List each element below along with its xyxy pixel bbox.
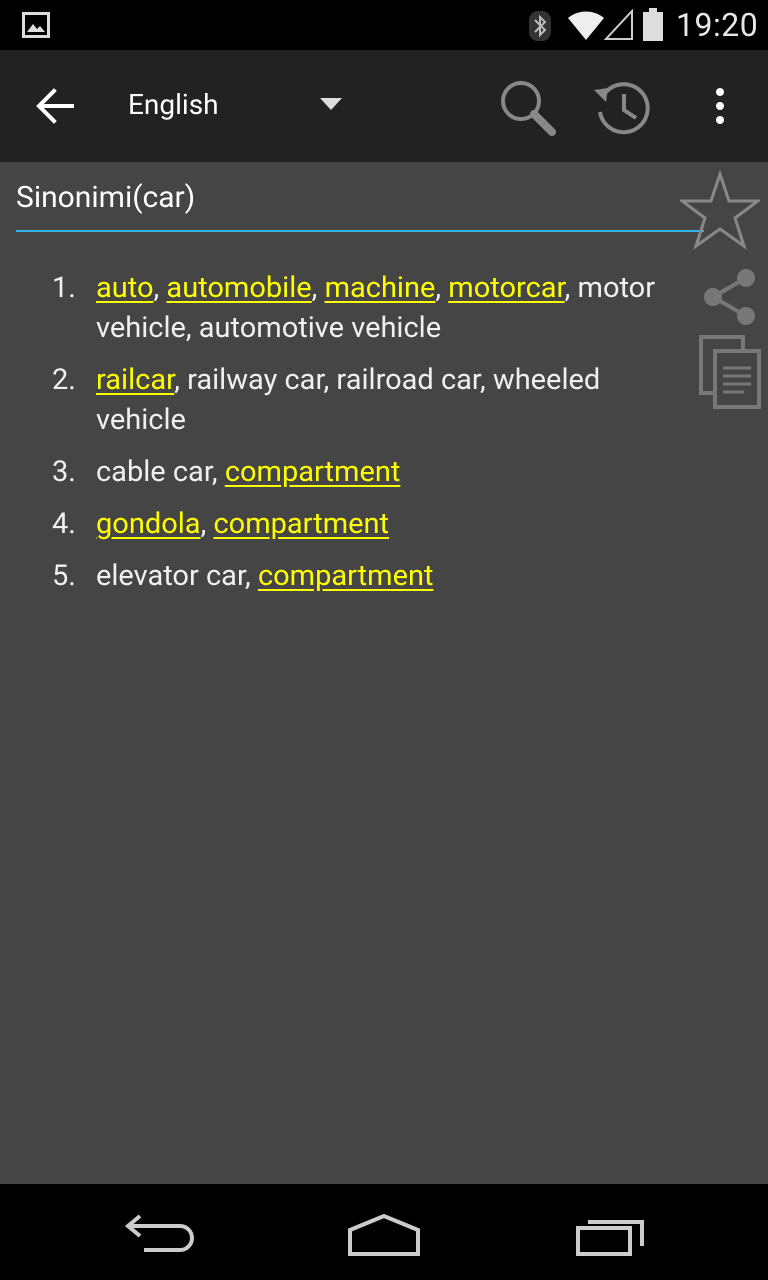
overflow-menu-icon bbox=[716, 88, 724, 124]
synonym-number: 5. bbox=[52, 559, 76, 593]
synonym-number: 4. bbox=[52, 507, 76, 541]
synonym-link[interactable]: railcar bbox=[96, 363, 174, 397]
synonym-link[interactable]: compartment bbox=[225, 455, 401, 489]
synonym-number: 2. bbox=[52, 363, 76, 397]
image-icon bbox=[22, 12, 50, 38]
star-icon bbox=[677, 169, 763, 250]
share-icon bbox=[704, 269, 755, 325]
dropdown-arrow-icon bbox=[320, 98, 342, 110]
synonym-item: 2. railcar, railway car, railroad car, wh… bbox=[0, 360, 690, 440]
search-button[interactable] bbox=[498, 78, 558, 138]
bluetooth-icon bbox=[529, 11, 551, 41]
history-button[interactable] bbox=[592, 78, 654, 138]
search-icon bbox=[501, 81, 556, 136]
synonym-text: cable car, bbox=[96, 455, 225, 489]
synonym-item: 3. cable car, compartment bbox=[0, 452, 690, 492]
synonym-text: , bbox=[435, 271, 449, 305]
synonym-text: , bbox=[311, 271, 325, 305]
query-field[interactable]: Sinonimi(car) bbox=[16, 176, 704, 232]
language-dropdown[interactable]: English bbox=[128, 84, 348, 130]
synonym-item: 1. auto, automobile, machine, motorcar, m… bbox=[0, 268, 690, 348]
synonym-link[interactable]: compartment bbox=[213, 507, 389, 541]
nav-home-icon bbox=[348, 1213, 420, 1256]
synonym-item: 5. elevator car, compartment bbox=[0, 556, 690, 596]
synonym-text: , bbox=[153, 271, 167, 305]
synonym-number: 3. bbox=[52, 455, 76, 489]
synonym-text: elevator car, bbox=[96, 559, 258, 593]
synonym-link[interactable]: compartment bbox=[258, 559, 434, 593]
nav-recents-icon bbox=[576, 1220, 644, 1256]
clock: 19:20 bbox=[676, 6, 759, 44]
nav-back-button[interactable] bbox=[124, 1214, 196, 1254]
share-button[interactable] bbox=[702, 268, 758, 326]
status-bar: 19:20 bbox=[0, 0, 768, 50]
synonym-item: 4. gondola, compartment bbox=[0, 504, 690, 544]
nav-home-button[interactable] bbox=[346, 1212, 422, 1258]
language-label: English bbox=[128, 88, 219, 121]
synonym-number: 1. bbox=[52, 271, 76, 305]
history-icon bbox=[594, 82, 650, 135]
overflow-menu-button[interactable] bbox=[706, 86, 734, 130]
favorite-button[interactable] bbox=[677, 169, 763, 250]
battery-icon bbox=[643, 8, 663, 41]
copy-button[interactable] bbox=[698, 334, 762, 410]
action-bar: English bbox=[0, 50, 768, 162]
nav-recents-button[interactable] bbox=[574, 1214, 648, 1258]
synonym-link[interactable]: motorcar bbox=[448, 271, 564, 305]
nav-back-icon bbox=[124, 1214, 194, 1252]
synonym-list: 1. auto, automobile, machine, motorcar, m… bbox=[0, 268, 690, 608]
navigation-bar bbox=[0, 1184, 768, 1280]
copy-icon bbox=[699, 335, 761, 409]
synonym-link[interactable]: machine bbox=[325, 271, 436, 305]
wifi-icon bbox=[568, 11, 604, 40]
synonym-link[interactable]: automobile bbox=[166, 271, 311, 305]
synonym-link[interactable]: auto bbox=[96, 271, 154, 305]
back-button[interactable] bbox=[34, 86, 78, 126]
synonym-text: , bbox=[200, 507, 214, 541]
back-arrow-icon bbox=[36, 88, 74, 124]
synonym-link[interactable]: gondola bbox=[96, 507, 201, 541]
signal-icon bbox=[604, 9, 633, 40]
